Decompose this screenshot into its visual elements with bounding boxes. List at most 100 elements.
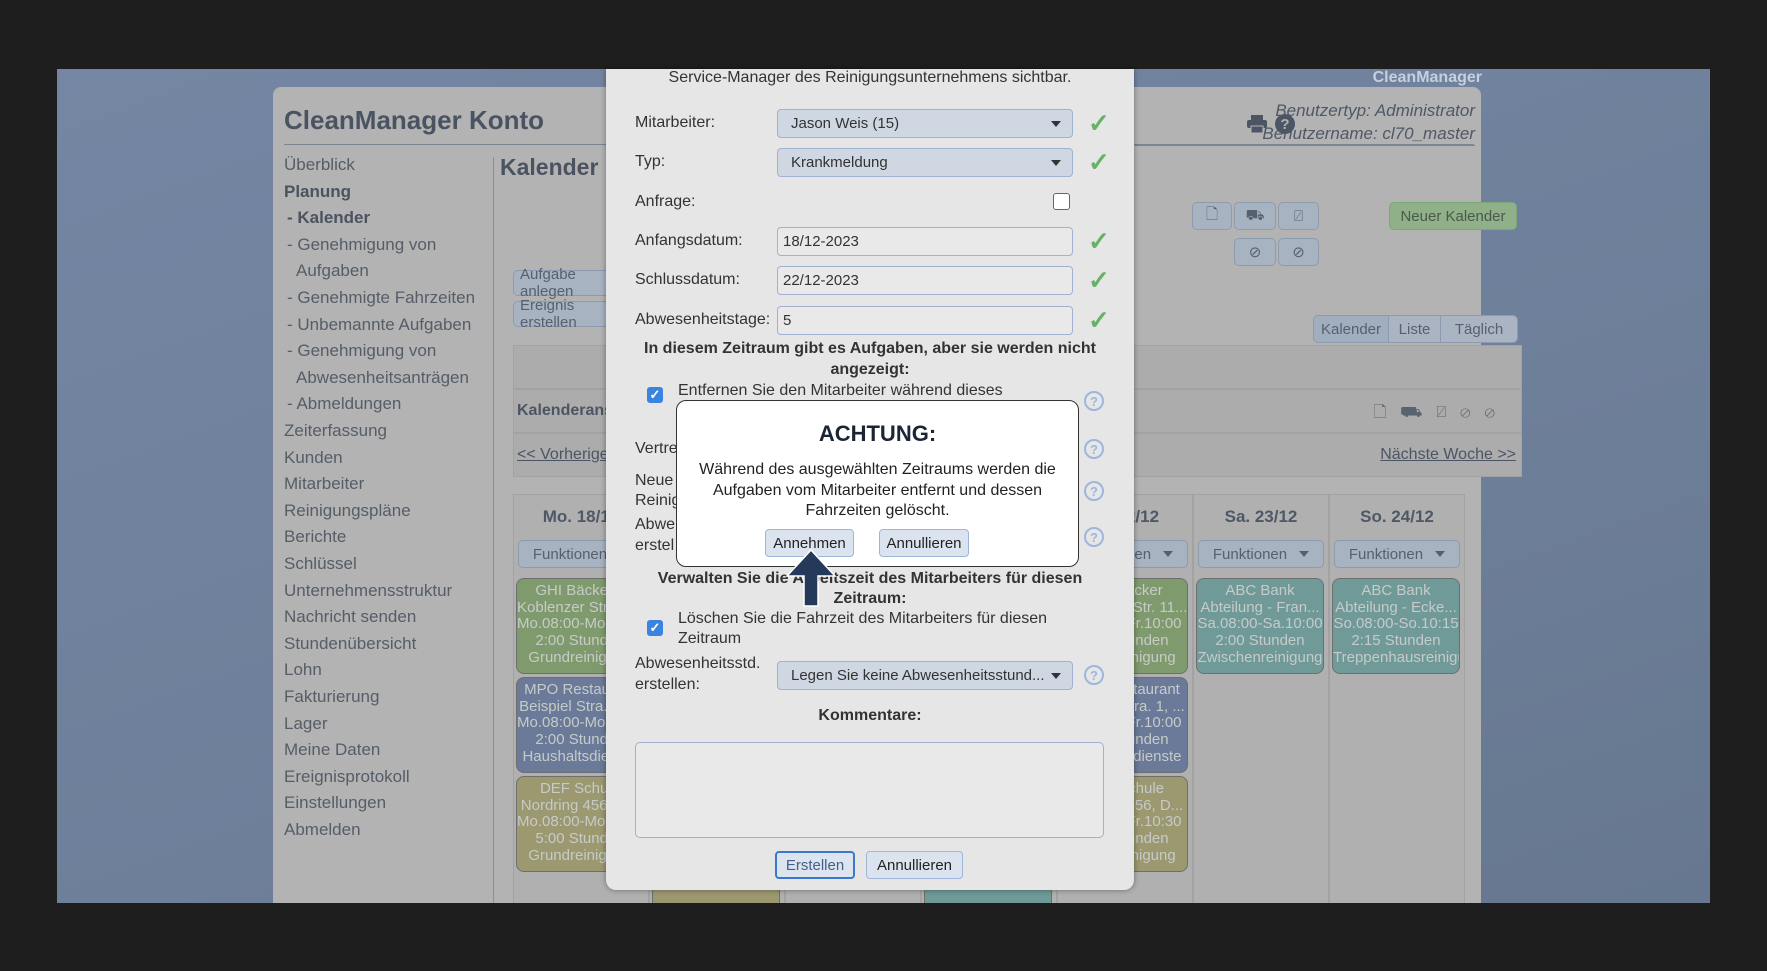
- delete-travel-text: Löschen Sie die Fahrzeit des Mitarbeiter…: [678, 610, 1048, 627]
- sidebar-item[interactable]: - Genehmigte Fahrzeiten: [287, 288, 475, 308]
- absence-hours-select[interactable]: Legen Sie keine Abwesenheitsstund...: [777, 661, 1073, 690]
- sidebar-item[interactable]: Berichte: [284, 527, 346, 547]
- end-date-input[interactable]: 22/12-2023: [777, 266, 1073, 295]
- delete-travel-checkbox[interactable]: ✓: [647, 620, 663, 636]
- select-value: Jason Weis (15): [791, 115, 900, 132]
- sidebar-item[interactable]: Einstellungen: [284, 793, 386, 813]
- sidebar-item[interactable]: - Abmeldungen: [287, 394, 401, 414]
- help-icon[interactable]: ?: [1084, 439, 1104, 459]
- chevron-down-icon: [1051, 673, 1061, 679]
- chevron-down-icon: [1163, 551, 1174, 557]
- warning-text: Aufgaben vom Mitarbeiter entfernt und de…: [712, 482, 1043, 499]
- help-icon[interactable]: ?: [1084, 527, 1104, 547]
- select-value: Legen Sie keine Abwesenheitsstund...: [791, 667, 1045, 684]
- sidebar-item[interactable]: Lager: [284, 714, 327, 734]
- sidebar-item[interactable]: Kunden: [284, 448, 343, 468]
- car-icon[interactable]: ⛟: [1234, 202, 1276, 230]
- sidebar-item[interactable]: - Unbemannte Aufgaben: [287, 315, 471, 335]
- sidebar-item[interactable]: Ereignisprotokoll: [284, 767, 410, 787]
- sidebar-item[interactable]: Abmelden: [284, 820, 361, 840]
- next-week-link[interactable]: Nächste Woche >>: [1380, 446, 1516, 464]
- sidebar-item[interactable]: Abwesenheitsanträgen: [296, 368, 469, 388]
- sidebar-item[interactable]: Überblick: [284, 155, 355, 175]
- absence-days-label: Abwesenheitstage:: [635, 311, 771, 328]
- day-column: Sa. 23/12 Funktionen: [1193, 494, 1329, 903]
- comments-textarea[interactable]: [635, 742, 1104, 838]
- no-box-icon[interactable]: ⍁: [1278, 202, 1319, 230]
- tab-kalender[interactable]: Kalender: [1314, 316, 1389, 342]
- button-label: Annullieren: [876, 856, 953, 874]
- sidebar-item[interactable]: Schlüssel: [284, 554, 357, 574]
- no-user-icon[interactable]: ⊘: [1278, 238, 1319, 266]
- absence-days-input[interactable]: 5: [777, 306, 1073, 335]
- task-card-line: 2:00 Stunden: [1215, 632, 1305, 650]
- check-icon: ✓: [1088, 226, 1110, 256]
- tab-liste[interactable]: Liste: [1389, 316, 1441, 342]
- user-name: Benutzername: cl70_master: [1262, 124, 1475, 143]
- tasks-note: angezeigt:: [830, 361, 910, 378]
- create-button[interactable]: Erstellen: [775, 851, 855, 879]
- task-card-line: Treppenhausreinigung: [1333, 648, 1459, 666]
- help-icon[interactable]: ?: [1084, 391, 1104, 411]
- functions-dropdown[interactable]: Funktionen: [1334, 540, 1460, 568]
- brand-label: CleanManager: [1372, 69, 1482, 86]
- task-card[interactable]: ABC Bank Abteilung - Fran... Sa.08:00-Sa.1…: [1196, 578, 1324, 674]
- task-card[interactable]: ABC Bank Abteilung - Ecke... So.08:00-So.1…: [1332, 578, 1460, 674]
- remove-employee-checkbox[interactable]: ✓: [647, 387, 663, 403]
- button-label: Erstellen: [785, 856, 845, 874]
- task-card-line: ABC Bank: [1361, 582, 1431, 599]
- manage-worktime-heading: Zeitraum:: [833, 590, 907, 607]
- comments-label: Kommentare:: [818, 707, 922, 724]
- start-date-input[interactable]: 18/12-2023: [777, 227, 1073, 256]
- new-calendar-button[interactable]: Neuer Kalender: [1389, 202, 1517, 230]
- sidebar-item[interactable]: Reinigungspläne: [284, 501, 411, 521]
- user-type: Benutzertyp: Administrator: [1275, 101, 1475, 120]
- sidebar-item[interactable]: Unternehmensstruktur: [284, 581, 452, 601]
- no-person-icon[interactable]: ⊘: [1234, 238, 1276, 266]
- sidebar-item[interactable]: - Genehmigung von: [287, 235, 436, 255]
- request-checkbox[interactable]: [1053, 193, 1070, 210]
- functions-dropdown[interactable]: Funktionen: [1198, 540, 1324, 568]
- sidebar-item[interactable]: Fakturierung: [284, 687, 379, 707]
- warning-title: ACHTUNG:: [818, 421, 937, 446]
- end-date-label: Schlussdatum:: [635, 271, 740, 288]
- day-column: So. 24/12 Funktionen: [1329, 494, 1465, 903]
- type-select[interactable]: Krankmeldung: [777, 148, 1073, 177]
- page-title: Kalender: [500, 154, 599, 180]
- visibility-note: Service-Manager des Reinigungsunternehme…: [668, 69, 1072, 86]
- tab-label: Kalender: [1320, 320, 1382, 338]
- task-card-line: 2:15 Stunden: [1351, 632, 1441, 650]
- help-icon[interactable]: ?: [1084, 481, 1104, 501]
- sidebar-item[interactable]: - Kalender: [287, 208, 370, 228]
- task-card-line: Abteilung - Ecke...: [1335, 598, 1457, 616]
- tab-taeglich[interactable]: Täglich: [1441, 316, 1517, 342]
- substitute-label: Vertre: [635, 440, 678, 457]
- cancel-button[interactable]: Annullieren: [866, 851, 963, 879]
- sidebar-item[interactable]: - Genehmigung von: [287, 341, 436, 361]
- day-header: Sa. 23/12: [1224, 507, 1298, 526]
- manage-worktime-heading: Verwalten Sie die Arbeitszeit des Mitarb…: [657, 570, 1083, 587]
- sidebar-item[interactable]: Nachricht senden: [284, 607, 416, 627]
- sidebar-item[interactable]: Lohn: [284, 660, 322, 680]
- check-icon: ✓: [1088, 265, 1110, 295]
- sidebar-item[interactable]: Stundenübersicht: [284, 634, 416, 654]
- user-info: Benutzertyp: Administrator Benutzername:…: [1262, 99, 1475, 145]
- task-card-line: So.08:00-So.10:15: [1333, 615, 1459, 633]
- sidebar-item[interactable]: Mitarbeiter: [284, 474, 364, 494]
- day-header: So. 24/12: [1360, 507, 1434, 526]
- chevron-down-icon: [1299, 551, 1310, 557]
- new-cleaning-label: Neue: [635, 472, 674, 489]
- sidebar-item[interactable]: Aufgaben: [296, 261, 369, 281]
- warning-cancel-button[interactable]: Annullieren: [879, 529, 969, 557]
- employee-label: Mitarbeiter:: [635, 114, 716, 131]
- sidebar-item[interactable]: Planung: [284, 182, 351, 202]
- employee-select[interactable]: Jason Weis (15): [777, 109, 1073, 138]
- check-icon: ✓: [1088, 305, 1110, 335]
- absence-hours-label: Abwesenheitsstd.: [635, 655, 761, 672]
- help-icon[interactable]: ?: [1084, 665, 1104, 685]
- sidebar-item[interactable]: Zeiterfassung: [284, 421, 387, 441]
- sidebar-item[interactable]: Meine Daten: [284, 740, 380, 760]
- dropdown-label: Funktionen: [1212, 545, 1288, 563]
- absence-create-label: Abwe: [635, 516, 676, 533]
- document-icon[interactable]: 🗋: [1192, 202, 1232, 230]
